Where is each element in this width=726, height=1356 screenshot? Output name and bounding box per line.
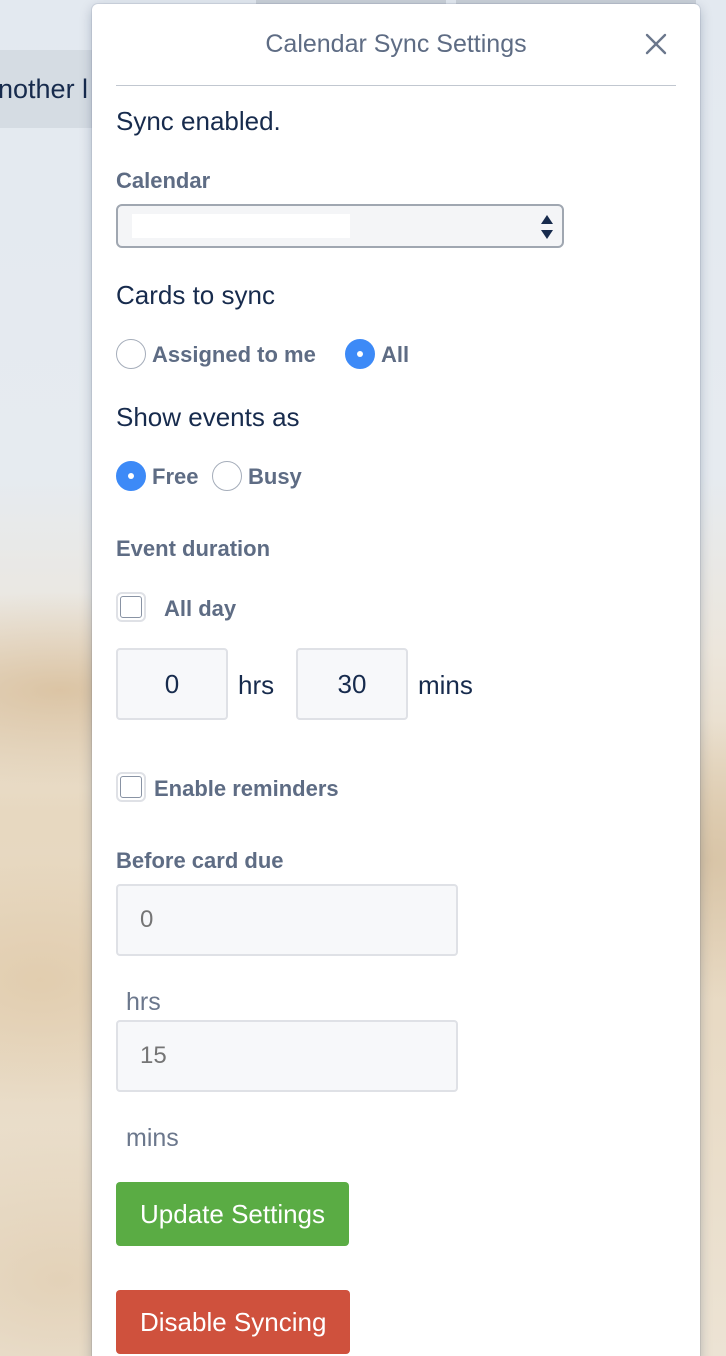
close-icon[interactable] — [642, 30, 670, 58]
radio-busy[interactable] — [212, 461, 242, 491]
calendar-select[interactable] — [116, 204, 564, 248]
reminder-minutes-input[interactable] — [116, 1020, 458, 1092]
enable-reminders-label[interactable]: Enable reminders — [154, 776, 339, 802]
reminder-hours-input[interactable] — [116, 884, 458, 956]
radio-free[interactable] — [116, 461, 146, 491]
cards-to-sync-heading: Cards to sync — [116, 280, 275, 310]
disable-syncing-button[interactable]: Disable Syncing — [116, 1290, 351, 1354]
board-list-header[interactable]: nother l — [0, 50, 100, 128]
list-title: nother l — [0, 74, 89, 104]
calendar-label: Calendar — [116, 168, 211, 193]
enable-reminders-checkbox[interactable] — [116, 772, 146, 802]
radio-assigned-to-me[interactable] — [116, 339, 146, 369]
show-events-as-heading: Show events as — [116, 402, 300, 432]
duration-hours-input[interactable] — [116, 648, 228, 720]
duration-hours-unit: hrs — [238, 670, 275, 700]
all-day-label[interactable]: All day — [164, 596, 236, 622]
all-day-checkbox[interactable] — [116, 592, 146, 622]
sync-status-text: Sync enabled. — [116, 106, 281, 136]
reminder-minutes-unit: mins — [126, 1124, 179, 1152]
update-settings-button[interactable]: Update Settings — [116, 1182, 350, 1246]
popover-header: Calendar Sync Settings — [116, 4, 676, 86]
before-card-due-label: Before card due — [116, 848, 284, 873]
radio-free-label[interactable]: Free — [152, 464, 198, 490]
calendar-selected-value — [132, 214, 350, 238]
radio-assigned-to-me-label[interactable]: Assigned to me — [152, 342, 316, 368]
event-duration-label: Event duration — [116, 536, 271, 561]
duration-minutes-input[interactable] — [296, 648, 408, 720]
radio-all[interactable] — [345, 339, 375, 369]
reminder-hours-unit: hrs — [126, 988, 161, 1016]
calendar-sync-settings-popover: Calendar Sync Settings Sync enabled. Cal… — [92, 4, 700, 1356]
radio-busy-label[interactable]: Busy — [248, 464, 302, 490]
select-arrows-icon — [541, 215, 553, 239]
popover-title: Calendar Sync Settings — [265, 30, 527, 58]
duration-minutes-unit: mins — [418, 670, 473, 700]
radio-all-label[interactable]: All — [381, 342, 409, 368]
